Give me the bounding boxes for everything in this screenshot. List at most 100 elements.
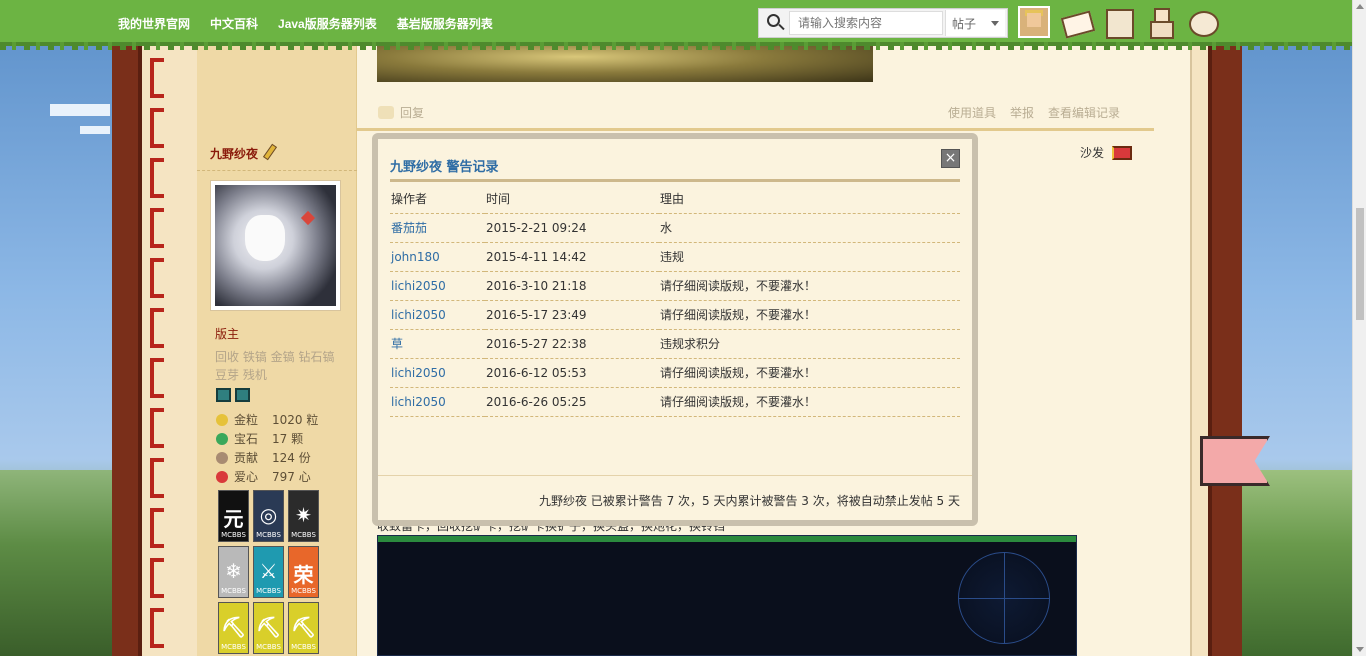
scroll-down-icon[interactable] xyxy=(1356,647,1364,652)
table-row: lichi2050 2016-3-10 21:18 请仔细阅读版规，不要灌水！ xyxy=(390,271,960,301)
bookmark-bracket xyxy=(150,558,164,598)
badge-glyph: ✷ xyxy=(295,503,312,527)
operator-link[interactable]: lichi2050 xyxy=(390,387,485,417)
nav-java-servers[interactable]: Java版服务器列表 xyxy=(278,15,377,32)
bookmark-bracket xyxy=(150,508,164,548)
table-row: 草 2016-5-27 22:38 违规求积分 xyxy=(390,329,960,359)
stat-row: 金粒 1020 粒 xyxy=(216,410,318,429)
top-navbar: 我的世界官网 中文百科 Java版服务器列表 基岩版服务器列表 帖子 xyxy=(0,0,1352,50)
book-spine-left xyxy=(112,46,142,656)
operator-link[interactable]: lichi2050 xyxy=(390,358,485,388)
stat-row: 贡献 124 份 xyxy=(216,448,318,467)
report-link[interactable]: 举报 xyxy=(1010,104,1034,121)
bookmark-bracket xyxy=(150,58,164,98)
post-divider xyxy=(357,128,1154,131)
nav-wiki[interactable]: 中文百科 xyxy=(210,15,258,32)
user-avatar-icon[interactable] xyxy=(1018,6,1050,38)
bookmark-bracket xyxy=(150,408,164,448)
close-button[interactable]: × xyxy=(941,149,960,168)
contribution-icon xyxy=(216,451,228,464)
dialog-title: 九野纱夜 警告记录 xyxy=(390,160,499,175)
bookmark-bracket xyxy=(150,108,164,148)
badge-glyph: ❄ xyxy=(225,559,242,583)
avatar-image xyxy=(215,185,336,306)
search-icon[interactable] xyxy=(759,9,789,37)
badge-label: MCBBS xyxy=(256,531,281,539)
medal-badge[interactable]: ◎ MCBBS xyxy=(253,490,284,542)
medal-badge[interactable]: ❄ MCBBS xyxy=(218,546,249,598)
page-scrollbar[interactable] xyxy=(1352,0,1366,656)
background-trees-right xyxy=(1238,470,1352,656)
divider xyxy=(197,170,357,171)
badge-glyph: 元 xyxy=(223,507,244,531)
medal-badge[interactable]: ⛏ MCBBS xyxy=(218,602,249,654)
operator-link[interactable]: john180 xyxy=(390,242,485,272)
palette-icon[interactable] xyxy=(1186,6,1219,38)
search-box: 帖子 xyxy=(758,8,1008,38)
nav-bedrock-servers[interactable]: 基岩版服务器列表 xyxy=(397,15,493,32)
table-row: 番茄茄 2015-2-21 09:24 水 xyxy=(390,213,960,243)
window-titlebar xyxy=(378,536,1076,542)
nav-official-site[interactable]: 我的世界官网 xyxy=(118,15,190,32)
medal-icons xyxy=(216,388,250,402)
badge-label: MCBBS xyxy=(291,531,316,539)
gem-icon xyxy=(216,432,228,445)
search-input[interactable] xyxy=(789,11,943,35)
dialog-footer-rule xyxy=(378,475,972,476)
operator-link[interactable]: 草 xyxy=(390,329,485,359)
medal-icon xyxy=(216,388,231,402)
warning-reason: 请仔细阅读版规，不要灌水！ xyxy=(659,358,960,388)
warning-time: 2016-5-17 23:49 xyxy=(485,300,659,330)
warning-time: 2015-2-21 09:24 xyxy=(485,213,659,243)
operator-link[interactable]: lichi2050 xyxy=(390,300,485,330)
stat-label: 爱心 xyxy=(234,470,259,484)
bookmark-bracket xyxy=(150,258,164,298)
post-image[interactable] xyxy=(377,46,873,82)
warning-reason: 违规 xyxy=(659,242,960,272)
post-screenshot[interactable] xyxy=(377,535,1077,656)
warning-reason: 请仔细阅读版规，不要灌水！ xyxy=(659,300,960,330)
medal-badge[interactable]: ✷ MCBBS xyxy=(288,490,319,542)
stats-list: 金粒 1020 粒 宝石 17 颗 贡献 124 份 爱心 797 心 xyxy=(216,410,318,486)
medal-badge[interactable]: ⛏ MCBBS xyxy=(288,602,319,654)
rank-title[interactable]: 版主 xyxy=(215,325,239,342)
reply-label[interactable]: 回复 xyxy=(400,104,424,121)
stat-label: 金粒 xyxy=(234,413,259,427)
scroll-thumb[interactable] xyxy=(1356,208,1364,320)
search-scope-select[interactable]: 帖子 xyxy=(945,10,1005,36)
warning-time: 2016-5-27 22:38 xyxy=(485,329,659,359)
dialog-body: 九野纱夜 警告记录 × 操作者 时间 理由 番茄茄 2015-2-21 09:24… xyxy=(378,139,972,520)
operator-link[interactable]: 番茄茄 xyxy=(390,213,485,243)
envelope-icon[interactable] xyxy=(1060,6,1092,38)
profile-icon[interactable] xyxy=(1144,6,1176,39)
operator-link[interactable]: lichi2050 xyxy=(390,271,485,301)
scroll-up-icon[interactable] xyxy=(1356,4,1364,9)
bookmark-bracket xyxy=(150,358,164,398)
reply-action[interactable]: 回复 xyxy=(378,104,424,121)
table-row: lichi2050 2016-6-12 05:53 请仔细阅读版规，不要灌水！ xyxy=(390,358,960,388)
stat-value: 124 份 xyxy=(272,451,311,465)
medal-badge[interactable]: 荣 MCBBS xyxy=(288,546,319,598)
medal-badge[interactable]: 元 MCBBS xyxy=(218,490,249,542)
medal-icon xyxy=(235,388,250,402)
avatar[interactable] xyxy=(210,180,341,311)
column-header-reason: 理由 xyxy=(659,184,960,214)
warning-reason: 请仔细阅读版规，不要灌水！ xyxy=(659,387,960,417)
bookmark-bracket xyxy=(150,608,164,648)
medal-badge[interactable]: ⚔ MCBBS xyxy=(253,546,284,598)
use-item-link[interactable]: 使用道具 xyxy=(948,104,996,121)
edit-history-link[interactable]: 查看编辑记录 xyxy=(1048,104,1120,121)
stat-row: 爱心 797 心 xyxy=(216,467,318,486)
box-icon[interactable] xyxy=(1102,6,1134,39)
badge-grid: 元 MCBBS ◎ MCBBS ✷ MCBBS ❄ MCBBS ⚔ MCBBS 荣 MCBBS ⛏ MCB… xyxy=(218,490,319,654)
medal-badge[interactable]: ⛏ MCBBS xyxy=(253,602,284,654)
stat-value: 1020 粒 xyxy=(272,413,319,427)
warning-reason: 水 xyxy=(659,213,960,243)
table-row: john180 2015-4-11 14:42 违规 xyxy=(390,242,960,272)
chevron-down-icon xyxy=(991,20,999,26)
side-flag[interactable] xyxy=(1200,436,1270,486)
badge-label: MCBBS xyxy=(291,643,316,651)
warning-time: 2016-3-10 21:18 xyxy=(485,271,659,301)
warning-reason: 请仔细阅读版规，不要灌水！ xyxy=(659,271,960,301)
username-link[interactable]: 九野纱夜 xyxy=(210,145,258,162)
